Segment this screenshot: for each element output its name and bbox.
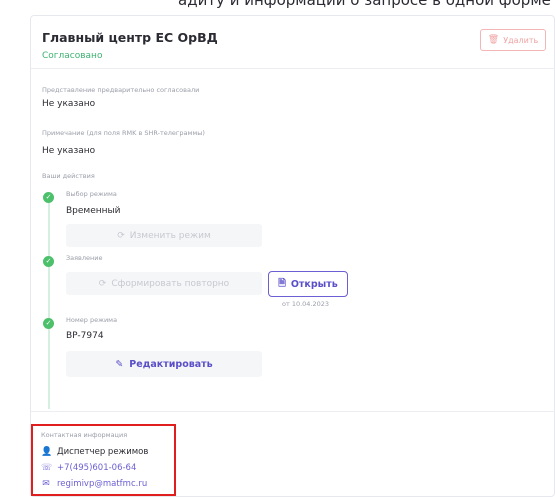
contact-title: Контактная информация <box>41 431 128 439</box>
person-icon: 👤 <box>41 447 53 457</box>
card-header: Главный центр ЕС ОрВД Согласовано 🗑 Удал… <box>31 16 555 69</box>
section-divider <box>31 411 555 412</box>
phone-icon: ☏ <box>41 463 53 473</box>
contact-person-row: 👤 Диспетчер режимов <box>41 447 148 457</box>
step-mode-value: Временный <box>66 206 121 216</box>
contact-email[interactable]: regimivp@matfmc.ru <box>57 479 147 489</box>
change-mode-label: Изменить режим <box>129 230 211 241</box>
regenerate-button[interactable]: ⟳ Сформировать повторно <box>66 272 262 295</box>
approval-card: Главный центр ЕС ОрВД Согласовано 🗑 Удал… <box>30 15 555 497</box>
center-title: Главный центр ЕС ОрВД <box>42 30 218 45</box>
contact-person: Диспетчер режимов <box>57 447 149 457</box>
step-number-label: Номер режима <box>66 316 118 324</box>
document-date: от 10.04.2023 <box>282 300 330 308</box>
step-check-icon: ✓ <box>43 192 54 203</box>
contact-phone[interactable]: +7(495)601-06-64 <box>57 463 136 473</box>
clipped-caption: адиту и информации о запросе в одной фор… <box>178 0 551 9</box>
note-value: Не указано <box>42 146 96 156</box>
contact-email-row[interactable]: ✉ regimivp@matfmc.ru <box>41 479 147 489</box>
open-button[interactable]: 🗎 Открыть <box>268 271 348 297</box>
step-check-icon: ✓ <box>43 318 54 329</box>
contact-info-box: Контактная информация 👤 Диспетчер режимо… <box>31 424 176 496</box>
refresh-icon: ⟳ <box>98 278 107 289</box>
regenerate-label: Сформировать повторно <box>111 278 230 289</box>
delete-button[interactable]: 🗑 Удалить <box>480 29 546 51</box>
change-mode-button[interactable]: ⟳ Изменить режим <box>66 224 262 247</box>
step-application-label: Заявление <box>66 254 103 262</box>
presentation-value: Не указано <box>42 99 96 109</box>
step-mode-label: Выбор режима <box>66 190 117 198</box>
delete-button-label: Удалить <box>503 35 539 45</box>
clipped-top-text: адиту и информации о запросе в одной фор… <box>0 0 555 10</box>
edit-button-label: Редактировать <box>129 358 213 370</box>
note-label: Примечание (для поля RMK в SHR-телеграмм… <box>42 129 205 137</box>
contact-phone-row[interactable]: ☏ +7(495)601-06-64 <box>41 463 136 473</box>
document-icon: 🗎 <box>278 278 286 289</box>
pencil-icon: ✎ <box>115 358 124 370</box>
step-check-icon: ✓ <box>43 256 54 267</box>
refresh-icon: ⟳ <box>117 230 125 241</box>
open-button-label: Открыть <box>290 278 338 290</box>
timeline-line <box>48 197 50 409</box>
actions-section-label: Ваши действия <box>42 172 95 180</box>
mail-icon: ✉ <box>42 479 50 489</box>
presentation-label: Представление предварительно согласовали <box>42 86 200 94</box>
edit-button[interactable]: ✎ Редактировать <box>66 351 262 377</box>
status-badge: Согласовано <box>42 51 103 61</box>
trash-icon: 🗑 <box>487 35 500 45</box>
step-number-value: BP-7974 <box>66 331 104 341</box>
